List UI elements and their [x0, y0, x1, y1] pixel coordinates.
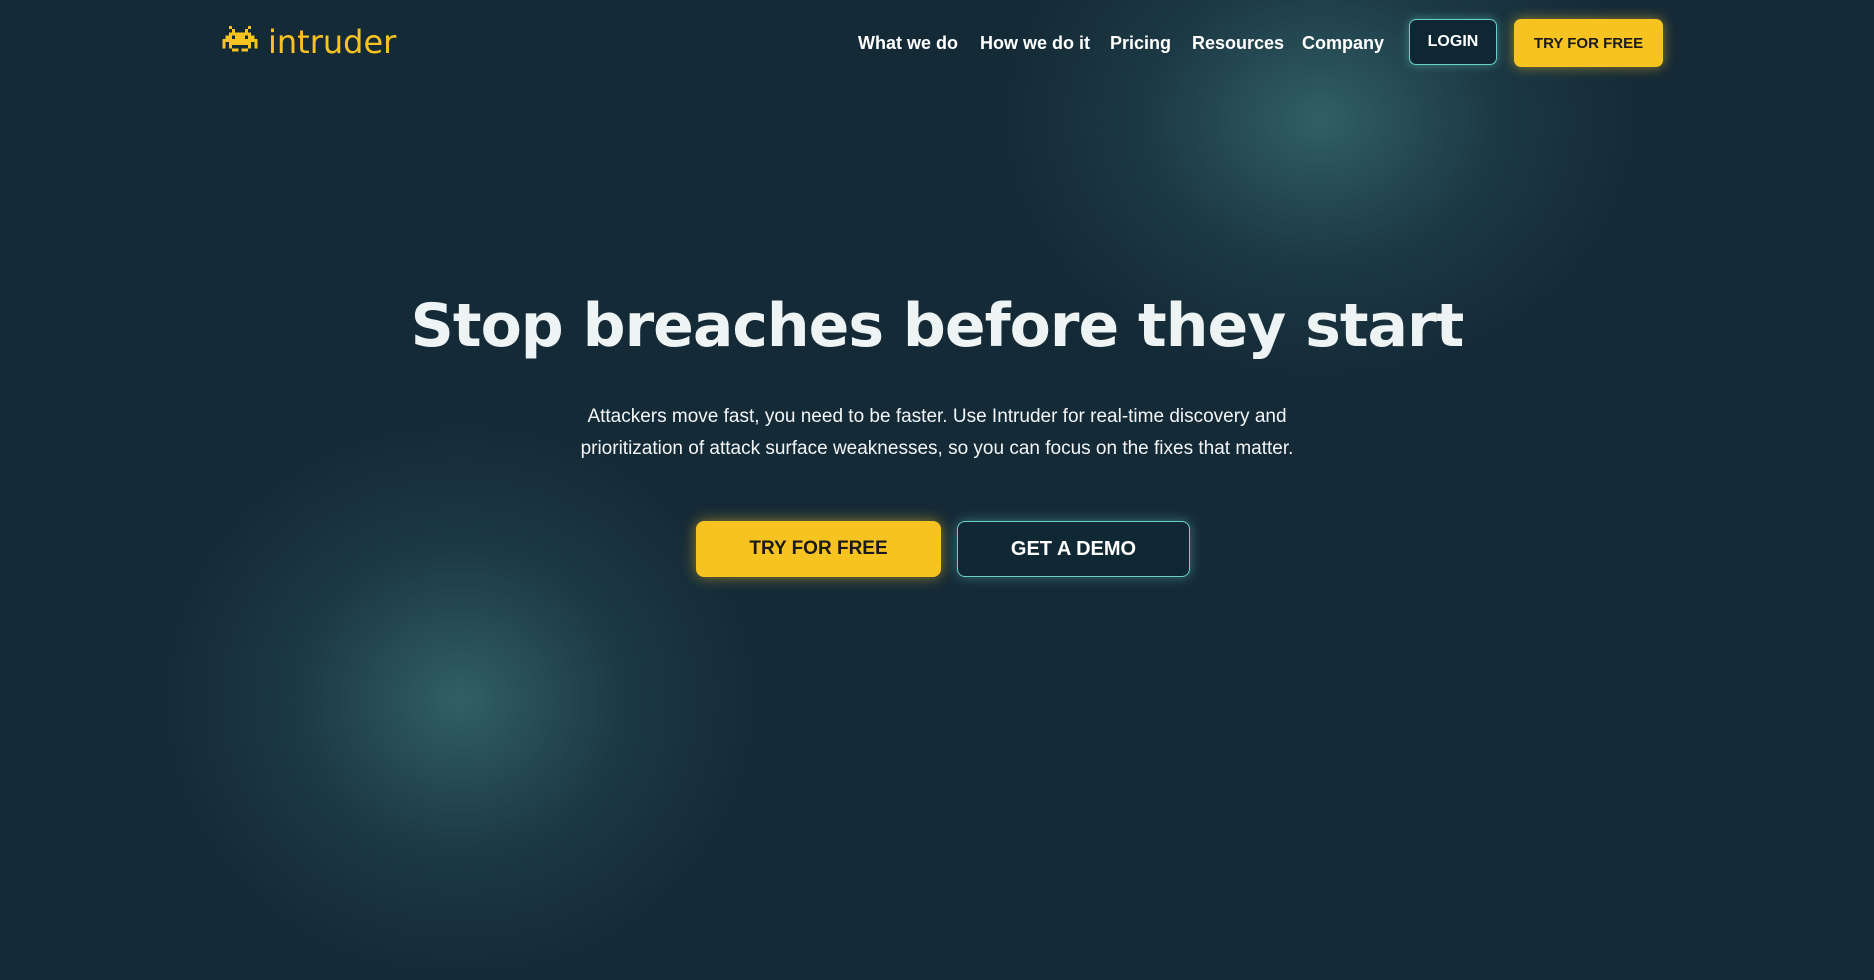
hero-get-a-demo-button[interactable]: GET A DEMO — [957, 521, 1190, 577]
header-try-for-free-button[interactable]: TRY FOR FREE — [1514, 19, 1663, 67]
hero-subtitle-line-2: prioritization of attack surface weaknes… — [580, 438, 1294, 459]
nav-item-how-we-do-it[interactable]: How we do it — [980, 28, 1090, 58]
login-button[interactable]: LOGIN — [1409, 19, 1497, 65]
hero-subtitle-line-1: Attackers move fast, you need to be fast… — [587, 406, 1287, 427]
nav-item-resources[interactable]: Resources — [1192, 28, 1284, 58]
site-header: intruder What we do How we do it Pricing… — [0, 0, 1874, 86]
space-invader-icon — [222, 26, 258, 58]
hero-title: Stop breaches before they start — [410, 291, 1465, 361]
nav-item-company[interactable]: Company — [1302, 28, 1384, 58]
hero-subtitle: Attackers move fast, you need to be fast… — [537, 401, 1337, 465]
nav-item-what-we-do[interactable]: What we do — [858, 28, 958, 58]
hero-try-for-free-button[interactable]: TRY FOR FREE — [696, 521, 941, 577]
brand-logo[interactable]: intruder — [222, 22, 396, 62]
brand-name: intruder — [268, 23, 397, 61]
nav-item-pricing[interactable]: Pricing — [1110, 28, 1171, 58]
background-glow-bottom — [160, 420, 760, 980]
